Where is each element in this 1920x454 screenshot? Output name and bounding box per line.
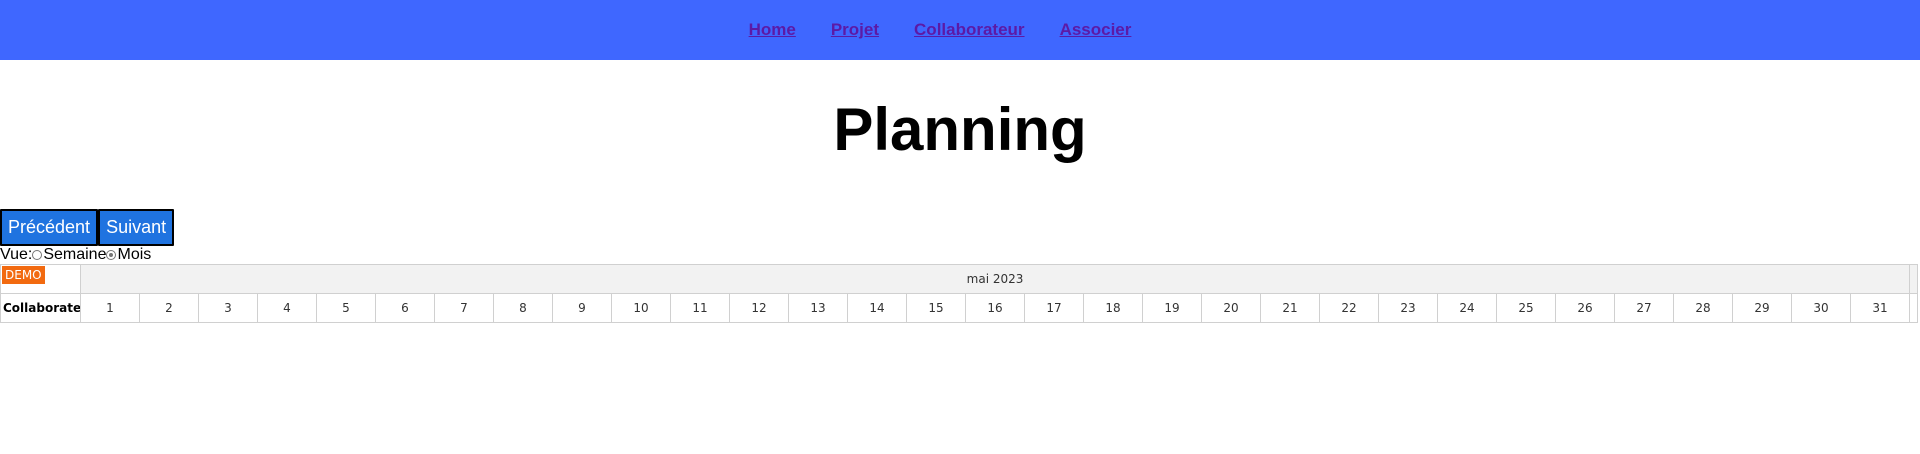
day-header-cell: 27 (1614, 293, 1674, 323)
scheduler-corner: DEMO (0, 264, 81, 294)
radio-week-label[interactable]: Semaine (43, 246, 106, 264)
day-header-cell: 11 (670, 293, 730, 323)
next-button[interactable]: Suivant (98, 209, 175, 246)
scheduler-month-row: DEMO mai 2023 (0, 264, 1919, 294)
day-header-cell: 26 (1555, 293, 1615, 323)
day-header-cell: 28 (1673, 293, 1733, 323)
day-header-cell: 21 (1260, 293, 1320, 323)
day-header-cell: 23 (1378, 293, 1438, 323)
day-header-cell: 16 (965, 293, 1025, 323)
view-label: Vue: (0, 246, 33, 263)
day-header-cell: 20 (1201, 293, 1261, 323)
month-header: mai 2023 (79, 264, 1911, 294)
scheduler-grid: DEMO mai 2023 Collaborateur 123456789101… (0, 264, 1919, 323)
day-header-cell: 10 (611, 293, 671, 323)
radio-month-label[interactable]: Mois (117, 246, 151, 264)
day-header-cell: 3 (198, 293, 258, 323)
nav-link-projet[interactable]: Projet (831, 20, 879, 40)
page-title: Planning (833, 96, 1087, 163)
day-header-cell: 7 (434, 293, 494, 323)
radio-week[interactable] (32, 250, 43, 260)
day-header-cell: 2 (139, 293, 199, 323)
demo-badge: DEMO (2, 266, 45, 284)
nav-links: Home Projet Collaborateur Associer (749, 20, 1132, 40)
day-header-cell: 14 (847, 293, 907, 323)
day-header-cell: 22 (1319, 293, 1379, 323)
day-header-cell: 25 (1496, 293, 1556, 323)
scroll-gutter-cell (1909, 293, 1919, 323)
view-selector: Vue: Semaine Mois (0, 246, 1920, 264)
top-navbar: Home Projet Collaborateur Associer (0, 0, 1920, 60)
nav-link-home[interactable]: Home (749, 20, 796, 40)
day-header-cell: 8 (493, 293, 553, 323)
day-header-cell: 12 (729, 293, 789, 323)
nav-link-collaborateur[interactable]: Collaborateur (914, 20, 1025, 40)
row-header-collaborateur: Collaborateur (0, 293, 81, 323)
nav-link-associer[interactable]: Associer (1060, 20, 1132, 40)
day-header-cell: 17 (1024, 293, 1084, 323)
nav-buttons: Précédent Suivant (0, 209, 1920, 246)
day-header-cell: 15 (906, 293, 966, 323)
day-header-cell: 4 (257, 293, 317, 323)
day-header-cell: 18 (1083, 293, 1143, 323)
day-header-cell: 6 (375, 293, 435, 323)
day-header-cell: 30 (1791, 293, 1851, 323)
day-header-cell: 13 (788, 293, 848, 323)
previous-button[interactable]: Précédent (0, 209, 99, 246)
radio-month[interactable] (106, 250, 117, 260)
scroll-gutter (1909, 264, 1919, 294)
day-header-cell: 29 (1732, 293, 1792, 323)
day-header-cell: 1 (80, 293, 140, 323)
day-header-cell: 5 (316, 293, 376, 323)
day-header-cell: 9 (552, 293, 612, 323)
day-header-cell: 19 (1142, 293, 1202, 323)
day-header-cell: 31 (1849, 293, 1911, 323)
day-header-cell: 24 (1437, 293, 1497, 323)
scheduler-day-row: Collaborateur 12345678910111213141516171… (0, 293, 1919, 323)
